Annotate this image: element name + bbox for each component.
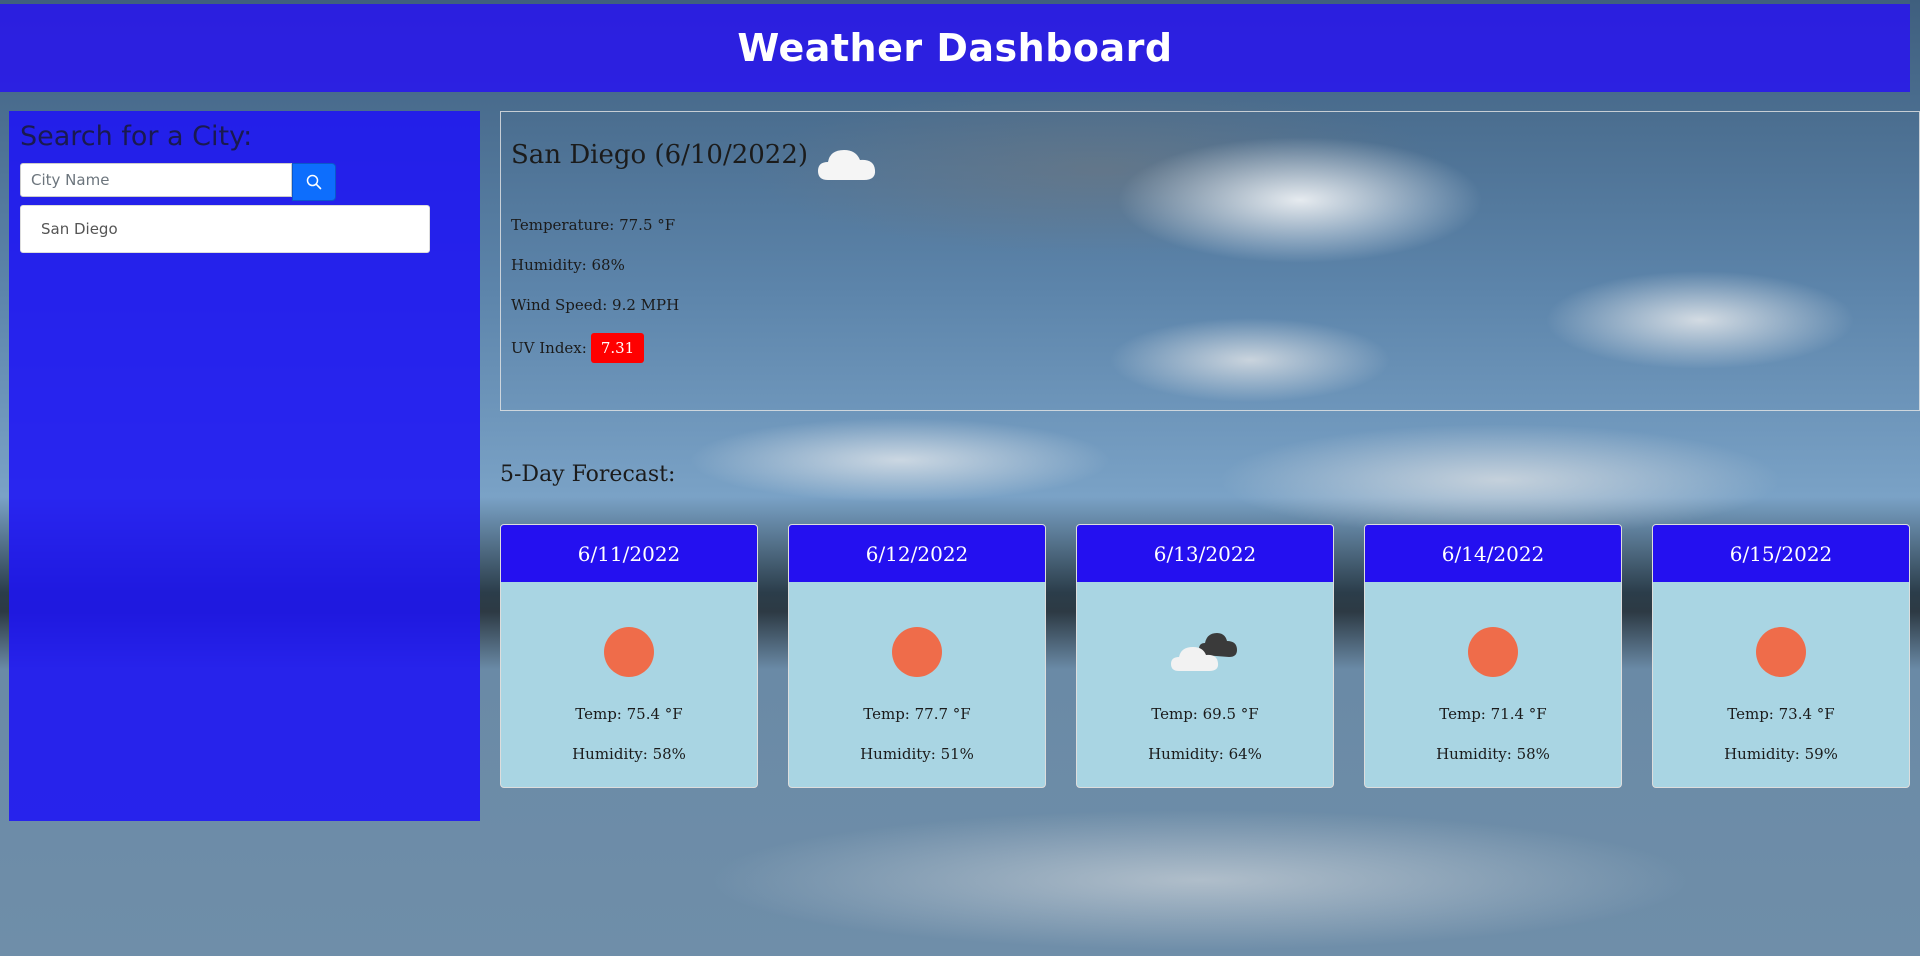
forecast-temp: Temp: 69.5 °F (1151, 705, 1259, 723)
search-heading: Search for a City: (20, 121, 253, 152)
search-form (20, 163, 336, 201)
current-wind-speed: Wind Speed: 9.2 MPH (511, 296, 680, 314)
forecast-temp: Temp: 75.4 °F (575, 705, 683, 723)
current-weather-panel: San Diego (6/10/2022) Temperature: 77.5 … (500, 111, 1920, 411)
forecast-card: 6/12/2022 Temp: 77.7 °F Humidity: 51% (788, 524, 1046, 788)
forecast-humidity: Humidity: 64% (1148, 745, 1262, 763)
history-item-san-diego[interactable]: San Diego (20, 205, 430, 253)
sun-icon (892, 627, 942, 677)
forecast-temp: Temp: 73.4 °F (1727, 705, 1835, 723)
city-search-input[interactable] (20, 163, 292, 197)
current-humidity: Humidity: 68% (511, 256, 625, 274)
clouds-icon (1171, 633, 1237, 671)
sun-icon (1756, 627, 1806, 677)
page-title: Weather Dashboard (737, 26, 1173, 70)
forecast-title: 5-Day Forecast: (500, 462, 676, 487)
forecast-card: 6/11/2022 Temp: 75.4 °F Humidity: 58% (500, 524, 758, 788)
forecast-date: 6/14/2022 (1365, 525, 1621, 582)
forecast-temp: Temp: 71.4 °F (1439, 705, 1547, 723)
forecast-date: 6/11/2022 (501, 525, 757, 582)
forecast-date: 6/13/2022 (1077, 525, 1333, 582)
forecast-humidity: Humidity: 59% (1724, 745, 1838, 763)
current-temperature: Temperature: 77.5 °F (511, 216, 676, 234)
forecast-date: 6/15/2022 (1653, 525, 1909, 582)
forecast-card: 6/14/2022 Temp: 71.4 °F Humidity: 58% (1364, 524, 1622, 788)
forecast-temp: Temp: 77.7 °F (863, 705, 971, 723)
uv-index-badge: 7.31 (590, 333, 645, 363)
search-button[interactable] (292, 163, 336, 201)
forecast-humidity: Humidity: 58% (1436, 745, 1550, 763)
sun-icon (1468, 627, 1518, 677)
search-icon (306, 174, 322, 190)
forecast-card: 6/15/2022 Temp: 73.4 °F Humidity: 59% (1652, 524, 1910, 788)
forecast-date: 6/12/2022 (789, 525, 1045, 582)
forecast-humidity: Humidity: 51% (860, 745, 974, 763)
forecast-humidity: Humidity: 58% (572, 745, 686, 763)
page-header: Weather Dashboard (0, 4, 1910, 92)
search-sidebar: Search for a City: San Diego (9, 111, 480, 821)
current-uv-row: UV Index: 7.31 (511, 333, 645, 363)
sun-icon (604, 627, 654, 677)
uv-index-label: UV Index: (511, 339, 587, 357)
forecast-card: 6/13/2022 Temp: 69.5 °F Humidity: 64% (1076, 524, 1334, 788)
cloud-icon (816, 142, 878, 188)
current-city-title: San Diego (6/10/2022) (511, 140, 809, 170)
